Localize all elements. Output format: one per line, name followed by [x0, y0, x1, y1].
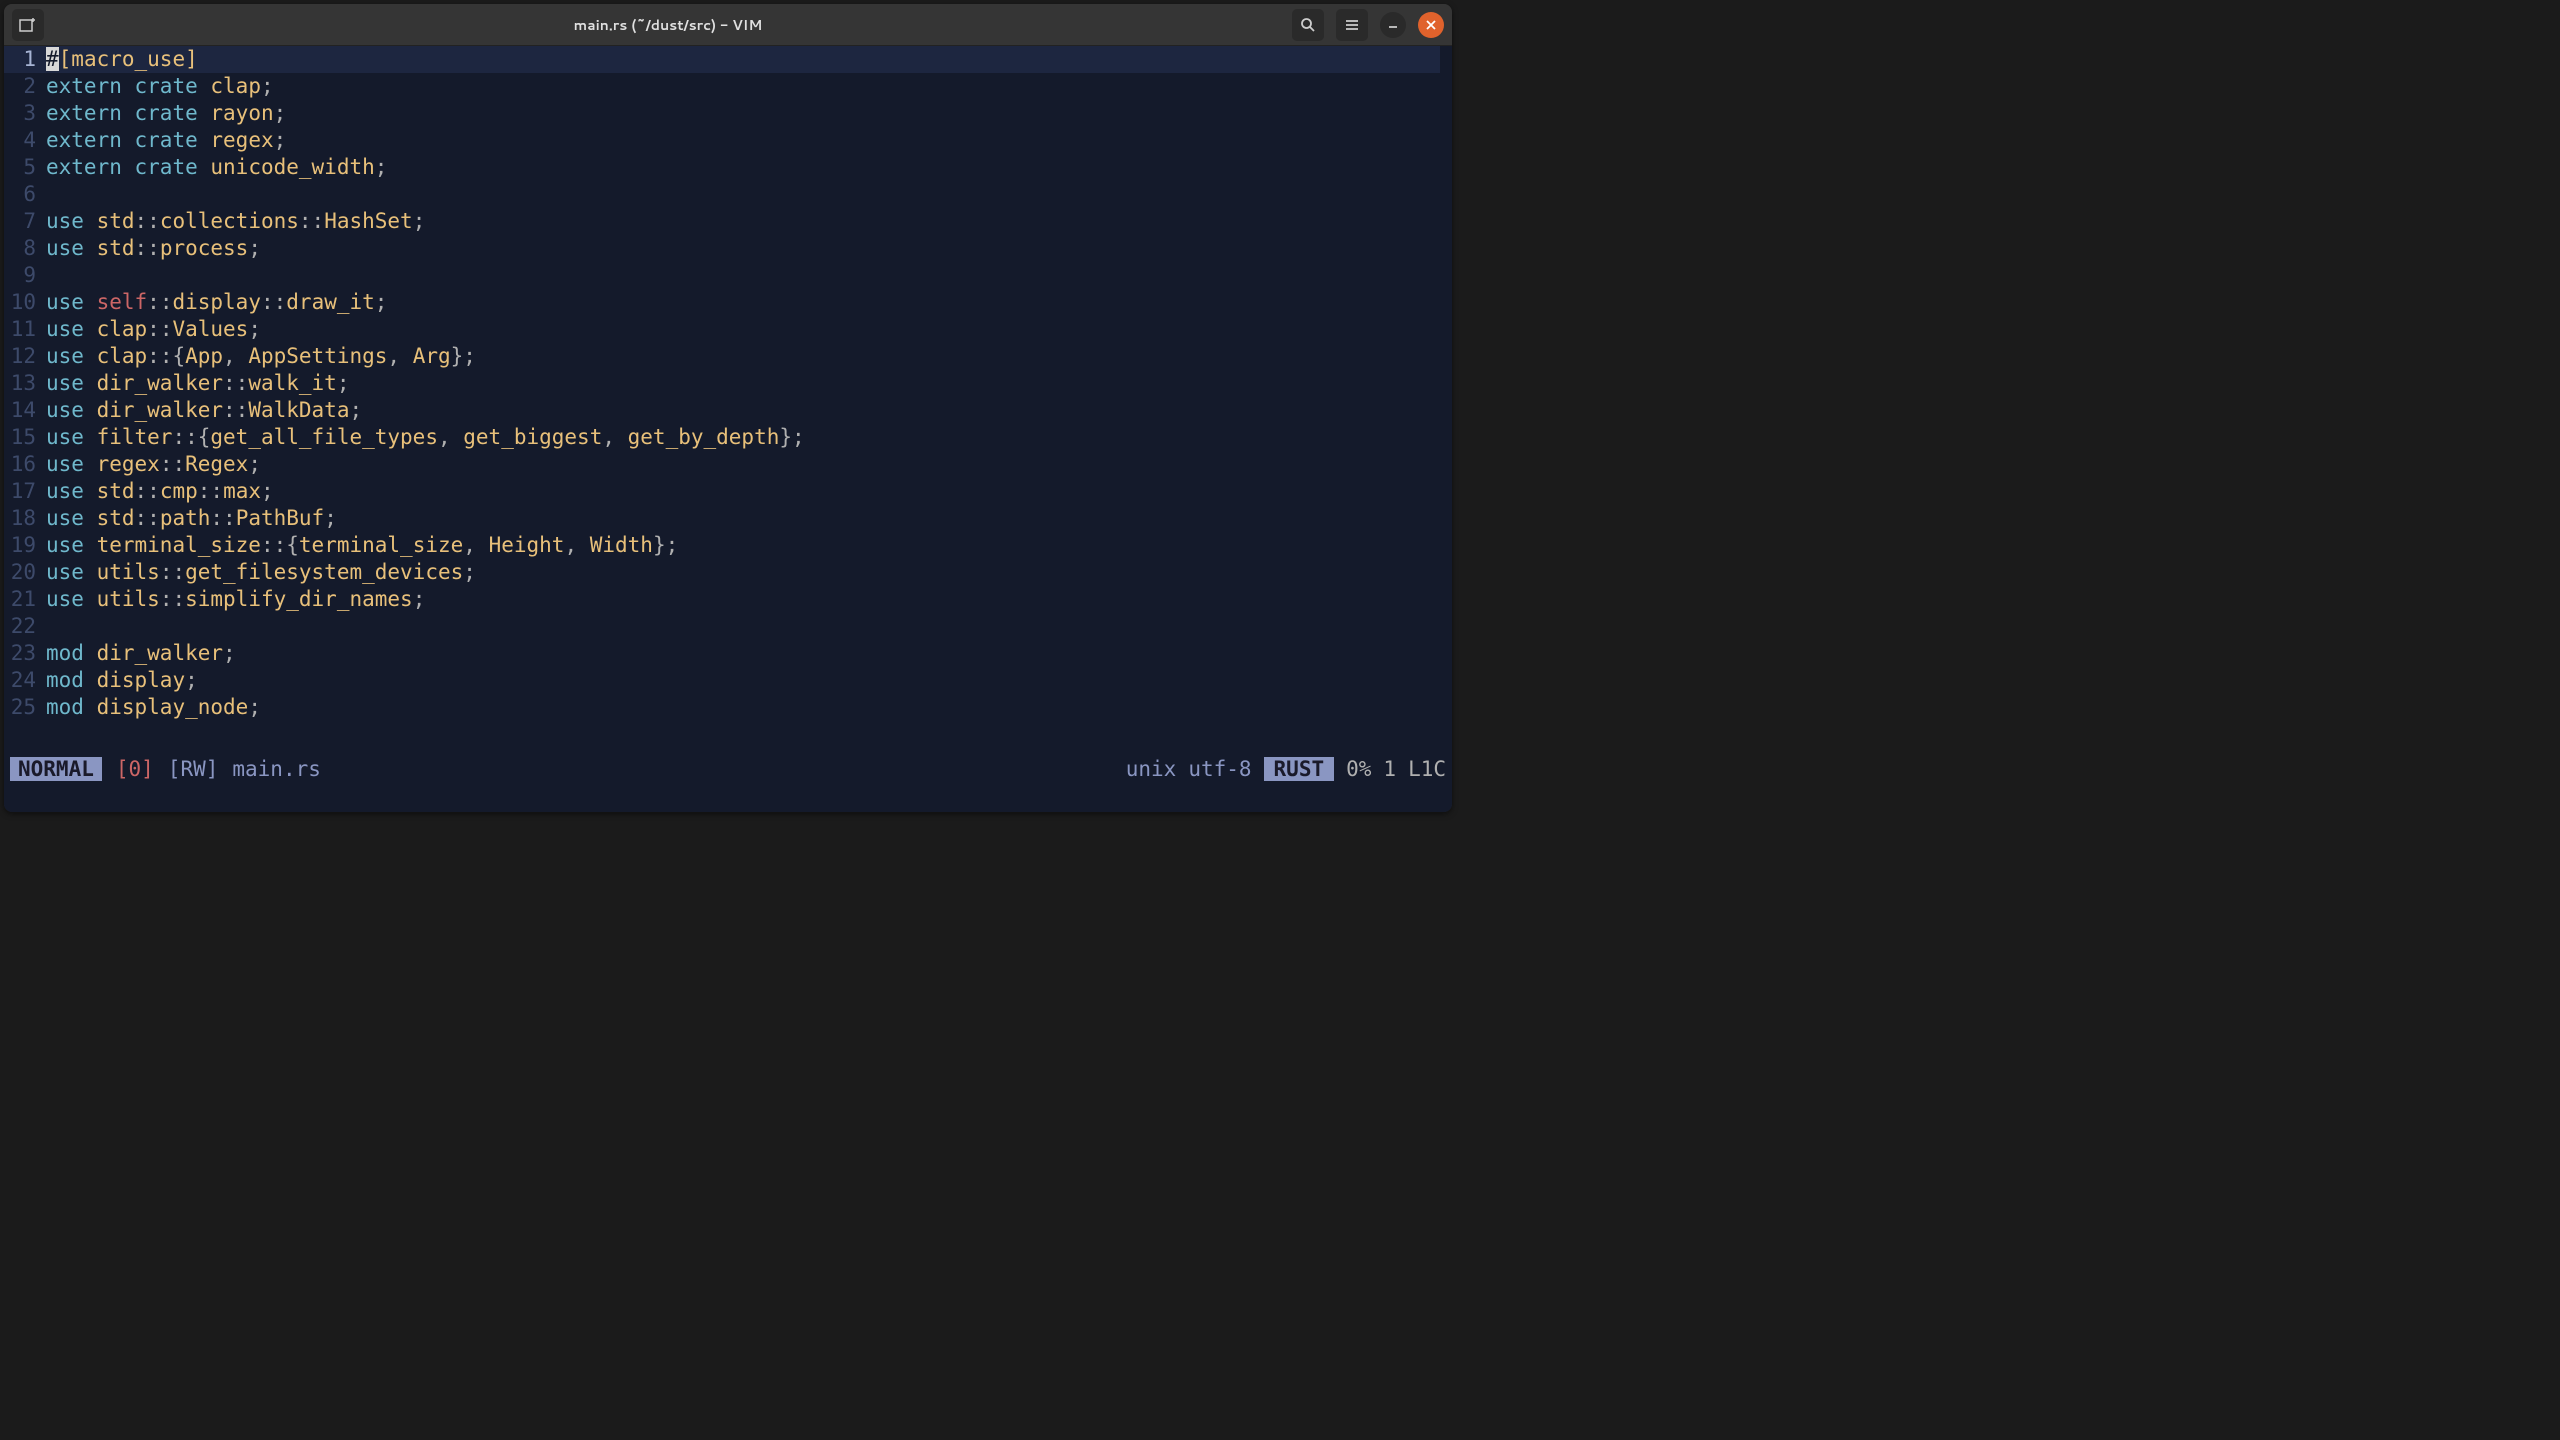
line-number: 5: [4, 154, 46, 181]
line-number: 18: [4, 505, 46, 532]
code-content: use dir_walker::WalkData;: [46, 397, 362, 424]
code-line[interactable]: 25mod display_node;: [4, 694, 1440, 721]
line-number: 13: [4, 370, 46, 397]
status-line: NORMAL [0] [RW] main.rs unix utf-8 RUST …: [4, 754, 1452, 784]
code-line[interactable]: 21use utils::simplify_dir_names;: [4, 586, 1440, 613]
hamburger-icon: [1344, 17, 1360, 33]
encoding-label: utf-8: [1188, 757, 1251, 781]
code-content: use terminal_size::{terminal_size, Heigh…: [46, 532, 678, 559]
search-button[interactable]: [1292, 9, 1324, 41]
code-content: #[macro_use]: [46, 46, 198, 73]
code-content: use clap::Values;: [46, 316, 261, 343]
line-number: 10: [4, 289, 46, 316]
line-number: 9: [4, 262, 46, 289]
line-number: 19: [4, 532, 46, 559]
code-line[interactable]: 17use std::cmp::max;: [4, 478, 1440, 505]
line-number: 1: [4, 46, 46, 73]
line-number: 14: [4, 397, 46, 424]
line-number: 8: [4, 235, 46, 262]
minimize-icon: [1388, 20, 1398, 30]
code-line[interactable]: 18use std::path::PathBuf;: [4, 505, 1440, 532]
command-line[interactable]: [4, 784, 1452, 812]
code-content: use clap::{App, AppSettings, Arg};: [46, 343, 476, 370]
code-line[interactable]: 7use std::collections::HashSet;: [4, 208, 1440, 235]
titlebar: main.rs (~/dust/src) - VIM: [4, 4, 1452, 46]
code-line[interactable]: 15use filter::{get_all_file_types, get_b…: [4, 424, 1440, 451]
code-line[interactable]: 4extern crate regex;: [4, 127, 1440, 154]
code-line[interactable]: 19use terminal_size::{terminal_size, Hei…: [4, 532, 1440, 559]
new-tab-icon: [19, 17, 37, 33]
code-line[interactable]: 20use utils::get_filesystem_devices;: [4, 559, 1440, 586]
editor-viewport[interactable]: 1#[macro_use]2extern crate clap;3extern …: [4, 46, 1452, 754]
line-number: 3: [4, 100, 46, 127]
code-content: extern crate regex;: [46, 127, 286, 154]
scrollbar[interactable]: [1440, 46, 1452, 754]
vim-mode-badge: NORMAL: [10, 757, 102, 781]
code-content: use regex::Regex;: [46, 451, 261, 478]
line-number: 25: [4, 694, 46, 721]
code-line[interactable]: 24mod display;: [4, 667, 1440, 694]
line-number: 20: [4, 559, 46, 586]
minimize-button[interactable]: [1380, 12, 1406, 38]
code-content: use dir_walker::walk_it;: [46, 370, 350, 397]
search-icon: [1300, 17, 1316, 33]
line-number-status: 1: [1383, 757, 1396, 781]
line-number: 17: [4, 478, 46, 505]
code-line[interactable]: 3extern crate rayon;: [4, 100, 1440, 127]
code-line[interactable]: 1#[macro_use]: [4, 46, 1440, 73]
code-content: use utils::simplify_dir_names;: [46, 586, 425, 613]
line-number: 6: [4, 181, 46, 208]
fileformat-label: unix: [1126, 757, 1177, 781]
code-content: use std::path::PathBuf;: [46, 505, 337, 532]
menu-button[interactable]: [1336, 9, 1368, 41]
code-line[interactable]: 14use dir_walker::WalkData;: [4, 397, 1440, 424]
code-content: mod display_node;: [46, 694, 261, 721]
register-indicator: [0]: [116, 757, 154, 781]
close-icon: [1426, 20, 1436, 30]
line-number: 21: [4, 586, 46, 613]
line-number: 12: [4, 343, 46, 370]
line-number: 23: [4, 640, 46, 667]
window-title: main.rs (~/dust/src) - VIM: [44, 15, 1292, 35]
line-number: 4: [4, 127, 46, 154]
code-content: use std::process;: [46, 235, 261, 262]
filetype-badge: RUST: [1264, 757, 1335, 781]
code-line[interactable]: 8use std::process;: [4, 235, 1440, 262]
code-line[interactable]: 6: [4, 181, 1440, 208]
filename-label: main.rs: [232, 757, 321, 781]
code-line[interactable]: 12use clap::{App, AppSettings, Arg};: [4, 343, 1440, 370]
line-number: 7: [4, 208, 46, 235]
terminal-window: main.rs (~/dust/src) - VIM 1#[macro_use]…: [4, 4, 1452, 812]
rw-indicator: [RW]: [168, 757, 219, 781]
code-content: use utils::get_filesystem_devices;: [46, 559, 476, 586]
code-content: extern crate clap;: [46, 73, 274, 100]
code-content: use std::collections::HashSet;: [46, 208, 425, 235]
line-number: 11: [4, 316, 46, 343]
code-content: extern crate rayon;: [46, 100, 286, 127]
code-content: mod dir_walker;: [46, 640, 236, 667]
code-line[interactable]: 2extern crate clap;: [4, 73, 1440, 100]
code-content: extern crate unicode_width;: [46, 154, 387, 181]
line-number: 24: [4, 667, 46, 694]
code-line[interactable]: 5extern crate unicode_width;: [4, 154, 1440, 181]
line-number: 15: [4, 424, 46, 451]
line-number: 16: [4, 451, 46, 478]
line-number: 22: [4, 613, 46, 640]
code-line[interactable]: 13use dir_walker::walk_it;: [4, 370, 1440, 397]
new-tab-button[interactable]: [12, 9, 44, 41]
code-content: use std::cmp::max;: [46, 478, 274, 505]
code-line[interactable]: 16use regex::Regex;: [4, 451, 1440, 478]
code-content: use self::display::draw_it;: [46, 289, 387, 316]
code-content: mod display;: [46, 667, 198, 694]
scroll-percent: 0%: [1346, 757, 1371, 781]
line-number: 2: [4, 73, 46, 100]
code-line[interactable]: 22: [4, 613, 1440, 640]
code-line[interactable]: 11use clap::Values;: [4, 316, 1440, 343]
code-line[interactable]: 10use self::display::draw_it;: [4, 289, 1440, 316]
column-status: L1C: [1408, 757, 1446, 781]
code-content: use filter::{get_all_file_types, get_big…: [46, 424, 805, 451]
close-button[interactable]: [1418, 12, 1444, 38]
code-line[interactable]: 9: [4, 262, 1440, 289]
code-line[interactable]: 23mod dir_walker;: [4, 640, 1440, 667]
